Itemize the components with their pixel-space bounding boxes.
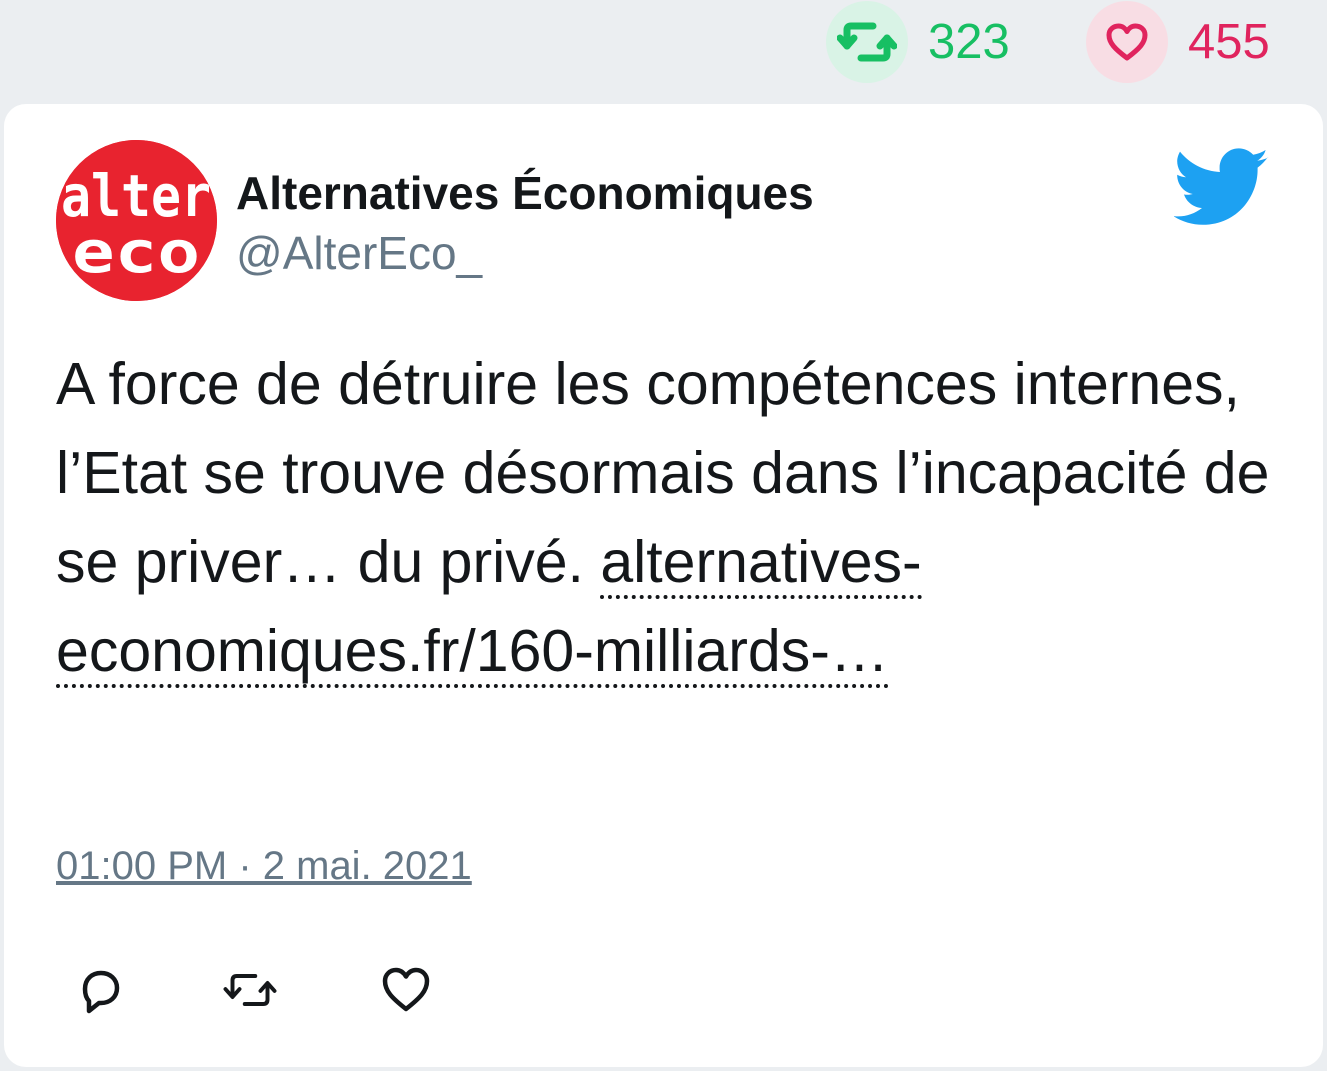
- twitter-bird-icon[interactable]: [1173, 148, 1270, 228]
- heart-icon[interactable]: [378, 962, 434, 1018]
- avatar[interactable]: alter eco: [56, 140, 217, 301]
- like-stat[interactable]: 455: [1086, 0, 1270, 84]
- retweet-icon[interactable]: [222, 962, 278, 1018]
- retweet-icon[interactable]: [826, 1, 908, 83]
- retweet-count: 323: [928, 14, 1010, 69]
- avatar-line2: eco: [72, 218, 200, 286]
- tweet-actions: [4, 962, 1323, 1022]
- like-count: 455: [1188, 14, 1270, 69]
- retweet-stat[interactable]: 323: [826, 0, 1010, 84]
- engagement-stats: 323 455: [0, 0, 1327, 100]
- tweet-timestamp[interactable]: 01:00 PM · 2 mai. 2021: [56, 844, 472, 889]
- author-name[interactable]: Alternatives Économiques: [236, 166, 814, 220]
- heart-icon[interactable]: [1086, 1, 1168, 83]
- tweet-text: A force de détruire les compétences inte…: [56, 340, 1296, 696]
- tweet-card: alter eco Alternatives Économiques @Alte…: [4, 104, 1323, 1067]
- author-handle[interactable]: @AlterEco_: [236, 226, 482, 280]
- reply-icon[interactable]: [72, 962, 128, 1018]
